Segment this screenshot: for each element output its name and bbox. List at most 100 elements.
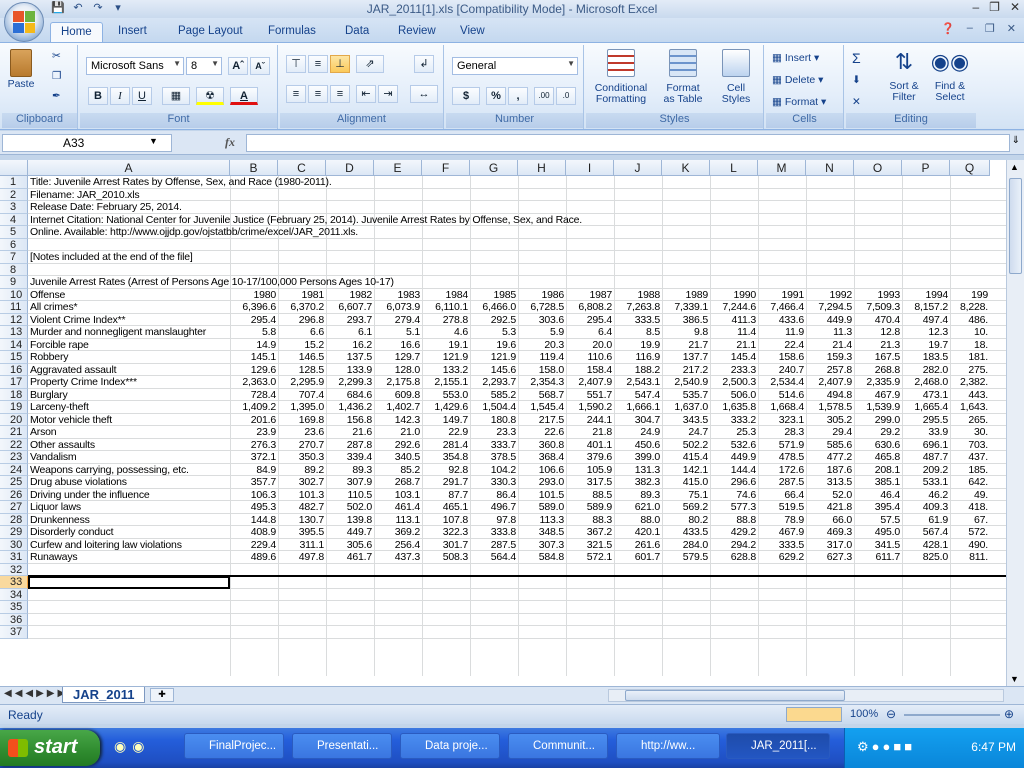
insert-sheet-icon[interactable]: ✚ (150, 688, 174, 702)
cell-value[interactable]: 564.4 (470, 551, 516, 563)
vertical-scrollbar[interactable]: ▲ ▼ (1006, 160, 1024, 686)
taskbar-item-browser[interactable]: http://ww... (616, 733, 720, 759)
cell-value[interactable]: 341.5 (854, 539, 900, 551)
column-header-f[interactable]: F (422, 160, 470, 176)
cell-value[interactable]: 1990 (710, 289, 756, 301)
cell-value[interactable]: 23.6 (278, 426, 324, 438)
cell-value[interactable]: 278.8 (422, 314, 468, 326)
cell-value[interactable]: 292.5 (470, 314, 516, 326)
tab-formulas[interactable]: Formulas (268, 22, 316, 42)
column-header-j[interactable]: J (614, 160, 662, 176)
cell-value[interactable]: 589.9 (566, 501, 612, 513)
column-header-q[interactable]: Q (950, 160, 990, 176)
cell-value[interactable]: 21.1 (710, 339, 756, 351)
cell-value[interactable]: 116.9 (614, 351, 661, 363)
cell-label[interactable]: Motor vehicle theft (30, 414, 112, 426)
cell-label[interactable]: Violent Crime Index** (30, 314, 126, 326)
cell-label[interactable]: Driving under the influence (30, 489, 150, 501)
cell-value[interactable]: 411.3 (710, 314, 757, 326)
close-icon[interactable]: ✕ (1010, 0, 1020, 14)
cell-value[interactable]: 420.1 (614, 526, 660, 538)
format-as-table-button[interactable]: Format as Table (656, 49, 710, 105)
active-cell[interactable] (28, 576, 230, 589)
cell-value[interactable]: 497.4 (902, 314, 948, 326)
cell-label[interactable]: Weapons carrying, possessing, etc. (30, 464, 189, 476)
wrap-text-button[interactable]: ↲ (414, 55, 434, 73)
cell-value[interactable]: 2,293.7 (470, 376, 516, 388)
select-all-corner[interactable] (0, 160, 28, 176)
cell-value[interactable]: 1980 (230, 289, 276, 301)
cell-value[interactable]: 1989 (662, 289, 708, 301)
cell-value[interactable]: 295.4 (230, 314, 276, 326)
cell-value[interactable]: 1991 (758, 289, 804, 301)
cell-value[interactable]: 87.7 (422, 489, 468, 501)
italic-button[interactable]: I (110, 87, 130, 105)
cell-value[interactable]: 2,295.9 (278, 376, 324, 388)
cell-value[interactable]: 1981 (278, 289, 324, 301)
cell-value[interactable]: 28.3 (758, 426, 804, 438)
tab-insert[interactable]: Insert (118, 22, 147, 42)
cell-value[interactable]: 257.8 (806, 364, 852, 376)
cell-value[interactable]: 159.3 (806, 351, 852, 363)
font-name-combo[interactable]: Microsoft Sans ▼ (86, 57, 184, 75)
taskbar-item-finalproject[interactable]: FinalProjec... (184, 733, 284, 759)
column-header-d[interactable]: D (326, 160, 374, 176)
cell-value[interactable]: 21.7 (662, 339, 708, 351)
cell-value[interactable]: 110.6 (566, 351, 613, 363)
cell-value[interactable]: 19.9 (614, 339, 660, 351)
cell-value[interactable]: 21.6 (326, 426, 372, 438)
row-header-10[interactable]: 10 (0, 288, 28, 301)
cell-value[interactable]: 532.6 (710, 439, 756, 451)
cell-value[interactable]: 9.8 (662, 326, 708, 338)
cell-value[interactable]: 181. (950, 351, 988, 363)
cell-value[interactable]: 16.2 (326, 339, 372, 351)
taskbar-item-excel[interactable]: JAR_2011[... (726, 733, 830, 759)
cell-value[interactable]: 106.6 (518, 464, 564, 476)
cell-value[interactable]: 61.9 (902, 514, 948, 526)
cell-value[interactable]: 1,429.6 (422, 401, 468, 413)
cell-value[interactable]: 110.5 (326, 489, 373, 501)
cell-value[interactable]: 343.5 (662, 414, 708, 426)
cell-value[interactable]: 478.5 (758, 451, 804, 463)
cell-value[interactable]: 535.7 (662, 389, 708, 401)
cell-value[interactable]: 16.6 (374, 339, 420, 351)
cell-value[interactable]: 395.4 (854, 501, 900, 513)
cell-value[interactable]: 11.9 (758, 326, 804, 338)
cell-value[interactable]: 628.8 (710, 551, 756, 563)
cell-value[interactable]: 449.7 (326, 526, 372, 538)
cell-value[interactable]: 133.9 (326, 364, 372, 376)
cell-value[interactable]: 268.8 (854, 364, 900, 376)
column-header-a[interactable]: A (28, 160, 230, 176)
cell-value[interactable]: 386.5 (662, 314, 708, 326)
cell-value[interactable]: 15.2 (278, 339, 324, 351)
cell-value[interactable]: 415.4 (662, 451, 708, 463)
cell-value[interactable]: 183.5 (902, 351, 948, 363)
cell-label[interactable]: Filename: JAR_2010.xls (30, 189, 140, 201)
cell-value[interactable]: 572.1 (566, 551, 612, 563)
cell-value[interactable]: 547.4 (614, 389, 660, 401)
ribbon-close-icon[interactable]: ✕ (1007, 22, 1016, 35)
cell-value[interactable]: 6,466.0 (470, 301, 516, 313)
column-header-i[interactable]: I (566, 160, 614, 176)
cell-value[interactable]: 97.8 (470, 514, 516, 526)
cell-value[interactable]: 145.4 (710, 351, 756, 363)
cell-value[interactable]: 287.5 (470, 539, 516, 551)
cell-value[interactable]: 1982 (326, 289, 372, 301)
cell-value[interactable]: 305.2 (806, 414, 852, 426)
cell-label[interactable]: Juvenile Arrest Rates (Arrest of Persons… (30, 276, 394, 288)
cell-value[interactable]: 2,543.1 (614, 376, 660, 388)
cell-value[interactable]: 382.3 (614, 476, 660, 488)
cell-value[interactable]: 21.3 (854, 339, 900, 351)
cell-value[interactable]: 340.5 (374, 451, 420, 463)
cell-label[interactable]: Drunkenness (30, 514, 90, 526)
cell-value[interactable]: 66.0 (806, 514, 852, 526)
cell-value[interactable]: 1,395.0 (278, 401, 324, 413)
cell-value[interactable]: 8.5 (614, 326, 660, 338)
cell-value[interactable]: 6,110.1 (422, 301, 468, 313)
cell-value[interactable]: 12.8 (854, 326, 900, 338)
cell-value[interactable]: 33.9 (902, 426, 948, 438)
cell-value[interactable]: 551.7 (566, 389, 612, 401)
cell-value[interactable]: 6.6 (278, 326, 324, 338)
cell-value[interactable]: 129.6 (230, 364, 276, 376)
cell-value[interactable]: 78.9 (758, 514, 804, 526)
